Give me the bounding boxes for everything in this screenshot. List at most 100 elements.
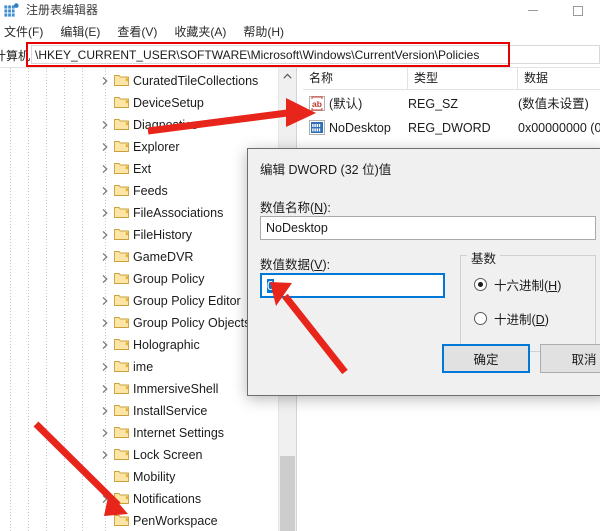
base-groupbox [460, 255, 596, 352]
address-input[interactable]: \HKEY_CURRENT_USER\SOFTWARE\Microsoft\Wi… [31, 45, 600, 64]
value-name: (默认) [329, 97, 363, 111]
chevron-right-icon[interactable] [100, 406, 110, 416]
window-title: 注册表编辑器 [26, 3, 99, 17]
folder-icon [114, 118, 129, 131]
chevron-right-icon[interactable] [100, 428, 110, 438]
folder-icon [114, 470, 129, 483]
tree-item-label: Explorer [133, 140, 180, 154]
tree-row[interactable]: Internet Settings [0, 422, 290, 444]
dialog-title: 编辑 DWORD (32 位)值 [260, 163, 392, 177]
title-bar: 注册表编辑器 [0, 0, 600, 21]
scrollbar-thumb[interactable] [280, 456, 295, 531]
folder-icon [114, 294, 129, 307]
folder-icon [114, 338, 129, 351]
cancel-button[interactable]: 取消 [540, 344, 600, 373]
radio-decimal-label: 十进制(D) [494, 309, 549, 328]
tree-row[interactable]: PenWorkspace [0, 510, 290, 531]
folder-icon [114, 448, 129, 461]
chevron-right-icon[interactable] [100, 186, 110, 196]
value-name-input[interactable]: NoDesktop [260, 216, 596, 240]
tree-item-label: PenWorkspace [133, 514, 218, 528]
radio-decimal-icon [474, 312, 487, 325]
folder-icon [114, 360, 129, 373]
radio-dec-accesskey: D [535, 313, 545, 327]
folder-icon [114, 250, 129, 263]
column-header-name[interactable]: 名称 [303, 68, 408, 89]
tree-row[interactable]: InstallService [0, 400, 290, 422]
chevron-right-icon[interactable] [100, 164, 110, 174]
svg-text:ab: ab [312, 99, 322, 109]
tree-row[interactable]: Diagnostics [0, 114, 290, 136]
chevron-right-icon[interactable] [100, 384, 110, 394]
registry-icon [3, 3, 20, 19]
tree-item-label: Diagnostics [133, 118, 198, 132]
tree-row[interactable]: CuratedTileCollections [0, 70, 290, 92]
radio-hexadecimal[interactable]: 十六进制(H) [474, 275, 561, 294]
window-controls [510, 0, 600, 21]
tree-item-label: CuratedTileCollections [133, 74, 259, 88]
chevron-right-icon[interactable] [100, 208, 110, 218]
minimize-icon [527, 10, 538, 11]
value-name: NoDesktop [329, 121, 391, 135]
chevron-right-icon[interactable] [100, 274, 110, 284]
value-data-label-post: ): [322, 258, 331, 272]
chevron-right-icon[interactable] [100, 450, 110, 460]
chevron-right-icon[interactable] [100, 494, 110, 504]
minimize-button[interactable] [510, 0, 555, 21]
tree-row[interactable]: Lock Screen [0, 444, 290, 466]
chevron-right-icon[interactable] [100, 120, 110, 130]
chevron-right-icon[interactable] [100, 230, 110, 240]
chevron-right-icon[interactable] [100, 318, 110, 328]
column-header-data[interactable]: 数据 [518, 68, 600, 89]
tree-row[interactable]: DeviceSetup [0, 92, 290, 114]
folder-icon [114, 184, 129, 197]
value-data-input[interactable]: 0 [260, 273, 445, 298]
radio-hex-accesskey: H [548, 279, 558, 293]
address-prefix: 计算机 [0, 49, 31, 63]
chevron-right-icon[interactable] [100, 362, 110, 372]
chevron-right-icon[interactable] [100, 340, 110, 350]
menu-bar: 文件(F) 编辑(E) 查看(V) 收藏夹(A) 帮助(H) [0, 21, 600, 43]
tree-item-label: Group Policy [133, 272, 205, 286]
radio-dec-label-pre: 十进制( [494, 313, 536, 327]
tree-item-label: ImmersiveShell [133, 382, 219, 396]
scroll-up-button[interactable] [279, 68, 296, 85]
menu-view[interactable]: 查看(V) [109, 22, 166, 42]
value-data: 0x00000000 (0) [518, 121, 600, 135]
menu-file[interactable]: 文件(F) [0, 22, 52, 42]
tree-item-label: Notifications [133, 492, 202, 506]
menu-edit[interactable]: 编辑(E) [52, 22, 109, 42]
tree-row[interactable]: Notifications [0, 488, 290, 510]
tree-item-label: Lock Screen [133, 448, 203, 462]
chevron-right-icon[interactable] [100, 252, 110, 262]
chevron-right-icon[interactable] [100, 296, 110, 306]
folder-icon [114, 492, 129, 505]
string-value-icon: ab [309, 96, 325, 111]
maximize-button[interactable] [555, 0, 600, 21]
menu-help[interactable]: 帮助(H) [235, 22, 293, 42]
value-row-nodesktop[interactable]: NoDesktop REG_DWORD 0x00000000 (0) [303, 116, 600, 140]
chevron-right-icon[interactable] [100, 142, 110, 152]
chevron-up-icon [283, 73, 292, 79]
tree-item-label: Feeds [133, 184, 168, 198]
tree-item-label: ime [133, 360, 154, 374]
value-data-label-pre: 数值数据( [260, 258, 315, 272]
tree-item-label: FileHistory [133, 228, 193, 242]
edit-dword-dialog: 编辑 DWORD (32 位)值 数值名称(N): NoDesktop 数值数据… [247, 148, 600, 396]
chevron-right-icon[interactable] [100, 76, 110, 86]
radio-hex-label-post: ) [557, 279, 562, 293]
base-group-title: 基数 [467, 248, 501, 267]
ok-button[interactable]: 确定 [442, 344, 530, 373]
values-column-header: 名称 类型 数据 [303, 68, 600, 90]
value-type: REG_SZ [408, 97, 459, 111]
radio-decimal[interactable]: 十进制(D) [474, 309, 549, 328]
column-header-type[interactable]: 类型 [408, 68, 518, 89]
value-name-accesskey: N [314, 201, 324, 215]
menu-favorites[interactable]: 收藏夹(A) [166, 22, 235, 42]
value-data-label: 数值数据(V): [260, 254, 330, 273]
value-row-default[interactable]: ab (默认) REG_SZ (数值未设置) [303, 92, 600, 116]
tree-item-label: Ext [133, 162, 152, 176]
folder-icon [114, 162, 129, 175]
tree-row[interactable]: Mobility [0, 466, 290, 488]
folder-icon [114, 228, 129, 241]
